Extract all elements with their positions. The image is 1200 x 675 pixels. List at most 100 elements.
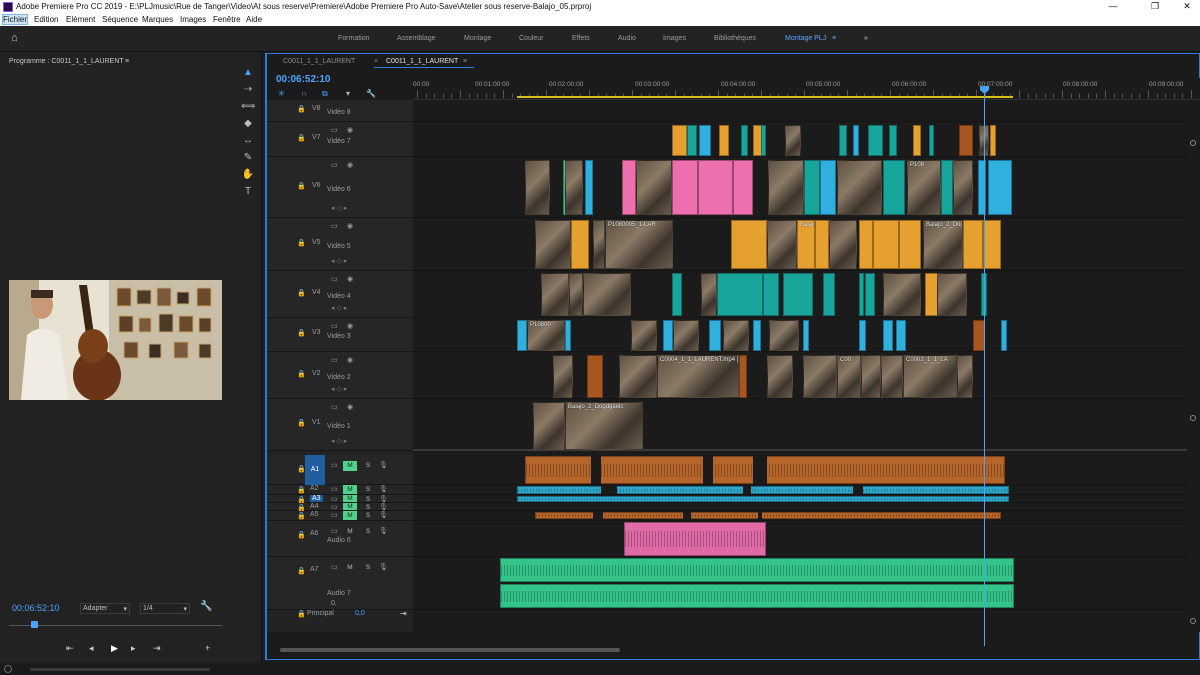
workspace-montage[interactable]: Montage (464, 35, 491, 42)
workspace-formation[interactable]: Formation (338, 35, 370, 42)
video-clip[interactable] (859, 273, 864, 316)
minimize-button[interactable]: — (1102, 1, 1124, 11)
video-clip[interactable] (709, 320, 721, 351)
video-clip[interactable] (853, 125, 859, 156)
video-clip[interactable] (622, 160, 636, 215)
video-clip[interactable] (535, 220, 571, 269)
scroll-handle-top[interactable] (1190, 140, 1196, 146)
video-clip[interactable]: C00 (837, 355, 861, 398)
camera-icon[interactable]: ▭ (331, 503, 338, 511)
go-to-out-icon[interactable]: ⇥ (153, 643, 161, 654)
video-clip[interactable] (673, 320, 699, 351)
workspace-couleur[interactable]: Couleur (519, 35, 544, 42)
add-button-icon[interactable]: + (205, 643, 210, 653)
camera-icon[interactable]: ▭ (331, 222, 338, 230)
tab-sequence-1[interactable]: C0011_1_1_LAURENT (283, 58, 355, 65)
microphone-icon[interactable]: 🎙 (379, 461, 388, 469)
playhead-line[interactable] (984, 86, 985, 646)
video-clip[interactable] (803, 355, 837, 398)
track-id-label[interactable]: A1 (305, 455, 325, 485)
video-clip[interactable]: C0004_1_1_LAURENT.mp4 [ (657, 355, 739, 398)
lock-icon[interactable]: 🔒 (297, 105, 306, 113)
video-clip[interactable] (733, 160, 753, 215)
timeline-tracks[interactable]: P108 P1080005_1-LAR Balaj Balajo_2_Dog P1080… (413, 100, 1187, 632)
eye-icon[interactable]: ◉ (347, 275, 353, 283)
tab-menu-icon[interactable]: ≡ (463, 58, 467, 65)
video-clip[interactable] (861, 355, 881, 398)
video-clip[interactable] (1001, 320, 1007, 351)
video-clip[interactable] (859, 220, 873, 269)
video-clip[interactable] (769, 320, 799, 351)
video-clip[interactable] (829, 220, 857, 269)
video-clip[interactable] (768, 160, 804, 215)
step-forward-icon[interactable]: ▸ (131, 643, 136, 654)
microphone-icon[interactable]: 🎙 (379, 495, 388, 503)
eye-icon[interactable]: ◉ (347, 126, 353, 134)
video-clip[interactable]: P1080005_1-LAR (605, 220, 673, 269)
keyframe-nav-icon[interactable]: ◂ ◇ ▸ (331, 437, 347, 445)
camera-icon[interactable]: ▭ (331, 161, 338, 169)
microphone-icon[interactable]: 🎙 (379, 503, 388, 511)
video-clip[interactable] (883, 273, 921, 316)
wrench-icon[interactable]: 🔧 (200, 601, 212, 612)
vertical-scrollbar[interactable] (1187, 100, 1200, 632)
audio-clip[interactable] (535, 512, 1001, 519)
play-icon[interactable]: ▶ (111, 643, 118, 654)
video-clip[interactable]: Balajo_2_Dogdgaelc (565, 402, 643, 450)
workspace-audio[interactable]: Audio (618, 35, 636, 42)
video-clip[interactable] (761, 125, 766, 156)
video-clip[interactable] (881, 355, 903, 398)
tab-close-icon[interactable]: × (374, 58, 378, 65)
camera-icon[interactable]: ▭ (331, 527, 338, 535)
audio-track-lane[interactable] (413, 521, 1187, 557)
mute-button[interactable]: M (343, 563, 357, 573)
video-clip[interactable]: Balaj (797, 220, 815, 269)
settings-wrench-icon[interactable]: 🔧 (366, 89, 376, 98)
video-clip[interactable] (741, 125, 748, 156)
master-value[interactable]: 0,0 (355, 610, 365, 617)
video-clip[interactable] (699, 125, 711, 156)
video-track-lane[interactable] (413, 399, 1187, 451)
video-clip[interactable] (698, 160, 733, 215)
horizontal-scrollbar[interactable] (276, 646, 1186, 654)
workspace-assemblage[interactable]: Assemblage (397, 35, 436, 42)
lock-icon[interactable]: 🔒 (297, 486, 306, 494)
eye-icon[interactable]: ◉ (347, 222, 353, 230)
video-track-lane[interactable] (413, 100, 1187, 122)
video-clip[interactable] (937, 273, 967, 316)
camera-icon[interactable]: ▭ (331, 485, 338, 493)
video-clip[interactable] (672, 125, 687, 156)
lock-icon[interactable]: 🔒 (297, 289, 306, 297)
menu-aide[interactable]: Aide (246, 15, 262, 24)
video-clip[interactable] (803, 320, 809, 351)
video-clip[interactable] (631, 320, 657, 351)
camera-icon[interactable]: ▭ (331, 511, 338, 519)
camera-icon[interactable]: ▭ (331, 356, 338, 364)
video-clip[interactable] (619, 355, 657, 398)
video-clip[interactable] (820, 160, 836, 215)
video-clip[interactable] (763, 273, 779, 316)
solo-button[interactable]: S (361, 527, 375, 537)
video-clip[interactable] (929, 125, 934, 156)
workspace-images[interactable]: Images (663, 35, 686, 42)
track-select-tool-icon[interactable]: ⇢ (241, 83, 255, 97)
video-clip[interactable] (883, 160, 905, 215)
video-clip[interactable] (883, 320, 893, 351)
video-clip[interactable] (896, 320, 906, 351)
lock-icon[interactable]: 🔒 (297, 239, 306, 247)
microphone-icon[interactable]: 🎙 (379, 527, 388, 535)
close-button[interactable]: ✕ (1176, 1, 1198, 12)
video-clip[interactable] (585, 160, 593, 215)
video-clip[interactable] (990, 125, 996, 156)
add-marker-icon[interactable]: ▾ (346, 89, 350, 98)
video-clip[interactable] (767, 220, 797, 269)
menu-marques[interactable]: Marques (142, 15, 173, 24)
video-clip[interactable]: C0002_1_1_LA (903, 355, 957, 398)
video-clip[interactable] (565, 320, 571, 351)
video-clip[interactable] (953, 160, 973, 215)
audio-clip[interactable] (500, 584, 1014, 608)
video-clip[interactable] (785, 125, 801, 156)
keyframe-nav-icon[interactable]: ◂ ◇ ▸ (331, 385, 347, 393)
razor-tool-icon[interactable]: ◆ (241, 117, 255, 131)
video-clip[interactable] (739, 355, 747, 398)
